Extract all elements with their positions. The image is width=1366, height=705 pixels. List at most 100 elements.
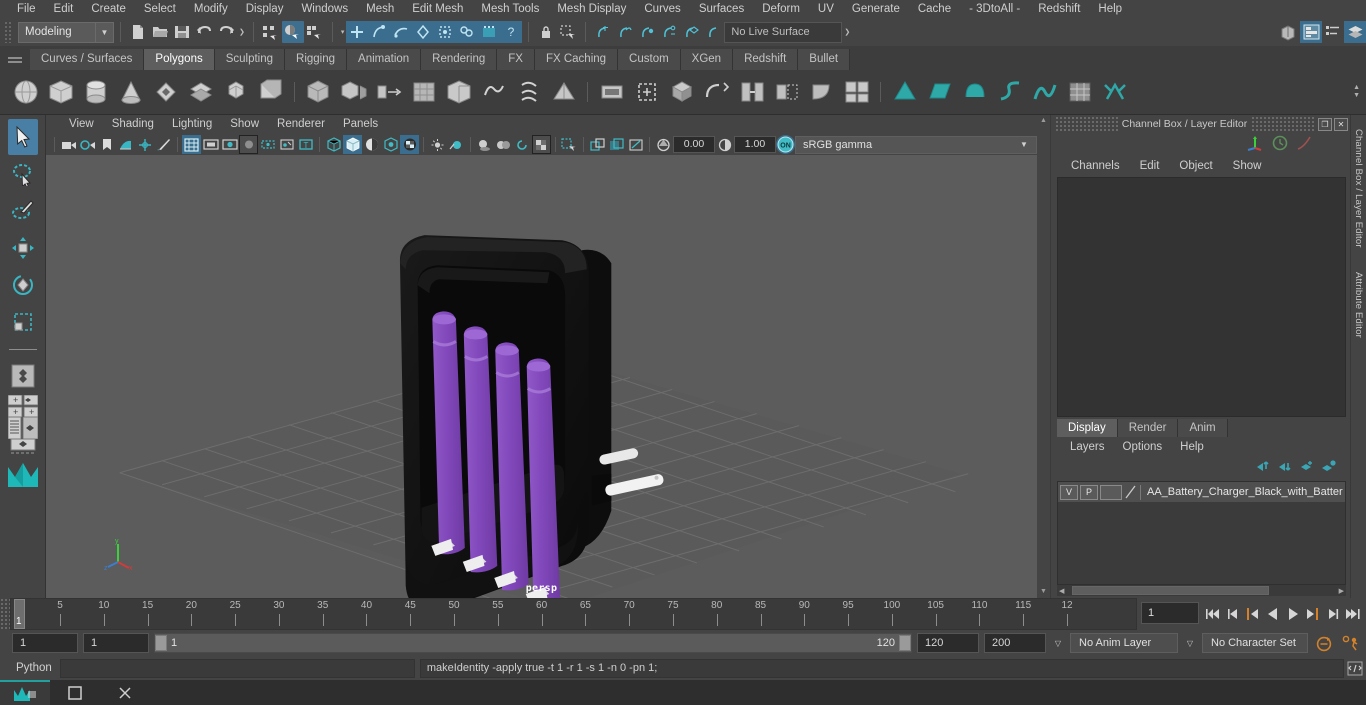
playhead[interactable]: 1 [14,599,25,629]
use-all-lights-icon[interactable] [447,135,466,154]
anim-layer-selector[interactable]: No Anim Layer [1070,633,1178,653]
viewport-menu-renderer[interactable]: Renderer [268,115,334,134]
select-camera-icon[interactable] [59,135,78,154]
shelf-tab-fx[interactable]: FX [497,49,535,70]
show-hide-channel-box-icon[interactable] [1344,21,1366,43]
layer-type-toggle[interactable] [1100,484,1122,500]
layer-options-menu[interactable]: Options [1114,441,1172,453]
channels-show-menu[interactable]: Show [1223,160,1272,172]
rotate-tool-icon[interactable] [8,267,38,303]
save-scene-icon[interactable] [171,21,193,43]
xray-icon[interactable] [588,135,607,154]
shelf-tab-rendering[interactable]: Rendering [421,49,498,70]
shelf-tab-animation[interactable]: Animation [347,49,422,70]
bridge-icon[interactable] [734,75,769,110]
undock-icon[interactable]: ❐ [1318,117,1332,131]
shelf-tab-redshift[interactable]: Redshift [733,49,799,70]
polygon-super-ellipse-icon[interactable] [1097,75,1132,110]
polygon-cube-icon[interactable] [43,75,78,110]
append-polygon-icon[interactable] [769,75,804,110]
menu-redshift[interactable]: Redshift [1029,0,1089,18]
make-live-icon[interactable] [702,21,724,43]
polygon-pyramid-icon[interactable] [887,75,922,110]
menu-generate[interactable]: Generate [843,0,909,18]
layer-name[interactable]: AA_Battery_Charger_Black_with_Batter [1143,486,1343,498]
extrude-icon[interactable] [664,75,699,110]
shelf-tab-custom[interactable]: Custom [618,49,681,70]
channels-object-menu[interactable]: Object [1169,160,1222,172]
shelf-tab-rigging[interactable]: Rigging [285,49,348,70]
range-end-field[interactable]: 120 [917,633,979,653]
boolean-icon[interactable] [629,75,664,110]
multisample-icon[interactable] [532,135,551,154]
polygon-soccer-ball-icon[interactable] [1062,75,1097,110]
polygon-cone-icon[interactable] [113,75,148,110]
dynamics-mask-icon[interactable] [434,21,457,43]
3d-viewport[interactable]: x y z persp [46,155,1037,598]
axis-gizmo-icon[interactable] [1246,135,1264,154]
step-forward-frame-icon[interactable] [1303,602,1322,626]
move-tool-icon[interactable] [8,230,38,266]
move-layer-down-icon[interactable] [1277,460,1292,476]
fill-hole-icon[interactable] [406,75,441,110]
redo-icon[interactable] [215,21,237,43]
resolution-gate-icon[interactable] [220,135,239,154]
flat-shading-icon[interactable] [362,135,381,154]
window-icon[interactable] [50,680,100,705]
clock-icon[interactable] [1272,135,1288,154]
live-surface-field[interactable]: No Live Surface [724,21,843,43]
shelf-tab-bullet[interactable]: Bullet [798,49,851,70]
exposure-icon[interactable] [654,135,673,154]
select-by-object-type-icon[interactable] [281,21,304,43]
anim-start-field[interactable]: 1 [12,633,78,653]
polygon-sphere-icon[interactable] [8,75,43,110]
menu-edit[interactable]: Edit [45,0,83,18]
menu-cache[interactable]: Cache [909,0,960,18]
time-slider-grip[interactable] [0,598,10,630]
xray-joints-icon[interactable] [277,135,296,154]
anim-curve-icon[interactable] [1296,135,1312,154]
layer-help-menu[interactable]: Help [1171,441,1213,453]
open-scene-icon[interactable] [149,21,171,43]
menu-3dtoall[interactable]: - 3DtoAll - [960,0,1029,18]
menu-mesh-tools[interactable]: Mesh Tools [472,0,548,18]
gamma-field[interactable]: 1.00 [734,136,776,153]
channels-menu[interactable]: Channels [1061,160,1130,172]
animation-preferences-icon[interactable] [1340,635,1362,652]
shelf-tab-fx-caching[interactable]: FX Caching [534,49,619,70]
motion-blur-icon[interactable] [513,135,532,154]
time-slider[interactable]: 1 5 10 15 20 25 30 35 40 45 50 55 60 65 70 75 80 85 90 95 1… [10,598,1137,630]
viewport-scrollbar[interactable]: ▲ ▼ [1037,115,1050,598]
polygon-gear-icon[interactable] [1027,75,1062,110]
shelf-tab-polygons[interactable]: Polygons [144,49,215,70]
polygon-helix-icon[interactable] [992,75,1027,110]
lock-selection-icon[interactable] [535,21,557,43]
step-forward-keyframe-icon[interactable] [1323,602,1342,626]
show-hide-tool-settings-icon[interactable] [1322,21,1344,43]
layer-color-swatch[interactable] [1124,484,1138,500]
select-tool-icon[interactable] [7,119,38,155]
chevron-down-icon[interactable]: ▼ [1012,140,1036,149]
scroll-up-arrow-icon[interactable]: ▲ [1037,115,1050,127]
menu-windows[interactable]: Windows [292,0,357,18]
viewport-menu-view[interactable]: View [60,115,103,134]
scrollbar-thumb[interactable] [1072,586,1269,595]
viewport-menu-panels[interactable]: Panels [334,115,387,134]
menu-mesh[interactable]: Mesh [357,0,403,18]
shadows-icon[interactable] [475,135,494,154]
polygon-disc-icon[interactable] [218,75,253,110]
bevel-icon[interactable] [699,75,734,110]
snap-to-projected-center-icon[interactable] [658,21,680,43]
chevron-down-icon[interactable]: ▼ [95,22,113,42]
tab-render[interactable]: Render [1117,419,1179,437]
smooth-icon[interactable] [476,75,511,110]
quadrangulate-icon[interactable] [546,75,581,110]
show-hide-modeling-toolkit-icon[interactable] [1278,21,1300,43]
channels-edit-menu[interactable]: Edit [1130,160,1170,172]
new-layer-from-selected-icon[interactable] [1321,460,1336,476]
shaded-wireframe-icon[interactable] [381,135,400,154]
go-to-end-icon[interactable] [1343,602,1362,626]
texture-toggle-icon[interactable]: T [296,135,315,154]
snap-to-grid-icon[interactable] [592,21,614,43]
menu-deform[interactable]: Deform [753,0,809,18]
